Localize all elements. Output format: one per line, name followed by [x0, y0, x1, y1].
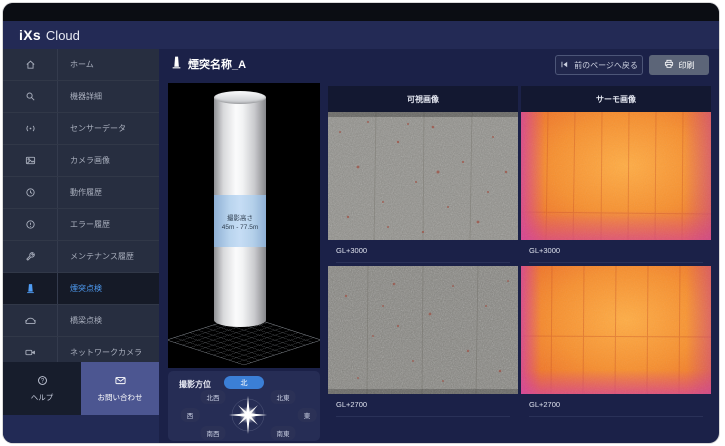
help-icon: ? [37, 375, 48, 388]
sidebar-item-maintenance-history[interactable]: メンテナンス履歴 [3, 241, 159, 273]
contact-button[interactable]: お問い合わせ [81, 362, 159, 415]
chimney-inspection-icon [3, 273, 58, 304]
direction-east[interactable]: 東 [298, 408, 317, 422]
sidebar-item-chimney-inspection[interactable]: 煙突点検 [3, 273, 159, 305]
sidebar-item-label: ホーム [70, 59, 94, 70]
camera-image-icon [3, 145, 58, 176]
contact-icon [115, 375, 126, 388]
brand-name: Cloud [46, 28, 80, 43]
visible-image-header: 可視画像 [328, 86, 518, 112]
caption-divider [336, 416, 510, 417]
print-button-label: 印刷 [679, 60, 695, 71]
direction-southeast[interactable]: 南東 [271, 426, 296, 440]
sensor-data-icon [3, 113, 58, 144]
print-button[interactable]: 印刷 [649, 55, 709, 75]
thermal-image-column: サーモ画像 GL+3000 [521, 86, 711, 420]
image-caption: GL+2700 [328, 394, 518, 420]
sidebar-item-equipment-detail[interactable]: 機器詳細 [3, 81, 159, 113]
brand-bar: iXs Cloud [3, 21, 719, 49]
top-black-strip [3, 3, 719, 21]
caption-divider [529, 416, 703, 417]
chimney-3d-viewer[interactable]: 撮影高さ 45m - 77.5m [168, 83, 320, 368]
page-title-text: 煙突名称_A [188, 56, 246, 72]
capture-height-band: 撮影高さ 45m - 77.5m [214, 195, 266, 247]
sidebar-item-label: 煙突点検 [70, 283, 102, 294]
image-caption: GL+3000 [521, 240, 711, 266]
gl-label: GL+2700 [336, 400, 367, 409]
sidebar-item-label: エラー履歴 [70, 219, 110, 230]
capture-height-label: 撮影高さ [227, 212, 253, 222]
sidebar-footer-strip [3, 415, 159, 443]
printer-icon [664, 59, 674, 71]
title-chimney-icon [171, 56, 182, 72]
sidebar-item-label: ネットワークカメラ [70, 347, 142, 358]
sidebar-item-error-history[interactable]: エラー履歴 [3, 209, 159, 241]
image-caption: GL+2700 [521, 394, 711, 420]
brand-logo: iXs [19, 27, 41, 43]
gl-label: GL+3000 [529, 246, 560, 255]
bridge-inspection-icon [3, 305, 58, 336]
sidebar-item-label: メンテナンス履歴 [70, 251, 134, 262]
visible-image-gl3000 [328, 112, 518, 240]
image-caption: GL+3000 [328, 240, 518, 266]
chimney-cylinder-top [214, 91, 266, 104]
app-window: iXs Cloud ホーム 機器詳細 センサーデータ カメラ画 [3, 3, 719, 443]
sidebar-item-camera-image[interactable]: カメラ画像 [3, 145, 159, 177]
back-button[interactable]: 前のページへ戻る [555, 55, 643, 75]
sidebar-item-label: カメラ画像 [70, 155, 110, 166]
thermal-image-gl2700 [521, 266, 711, 394]
compass-rose-icon [220, 393, 276, 437]
maintenance-history-icon [3, 241, 58, 272]
sidebar-item-operation-history[interactable]: 動作履歴 [3, 177, 159, 209]
visible-image-column: 可視画像 GL+3000 [328, 86, 518, 420]
help-label: ヘルプ [31, 392, 54, 403]
direction-southwest[interactable]: 南西 [201, 426, 226, 440]
sidebar: ホーム 機器詳細 センサーデータ カメラ画像 動作履歴 [3, 49, 159, 443]
home-icon [3, 49, 58, 80]
operation-history-icon [3, 177, 58, 208]
caption-divider [336, 262, 510, 263]
sidebar-item-label: 動作履歴 [70, 187, 102, 198]
error-history-icon [3, 209, 58, 240]
capture-height-range: 45m - 77.5m [222, 224, 259, 231]
thermal-image-header: サーモ画像 [521, 86, 711, 112]
direction-west[interactable]: 西 [181, 408, 200, 422]
sidebar-item-sensor-data[interactable]: センサーデータ [3, 113, 159, 145]
sidebar-item-label: 機器詳細 [70, 91, 102, 102]
gl-label: GL+3000 [336, 246, 367, 255]
help-button[interactable]: ? ヘルプ [3, 362, 81, 415]
sidebar-footer: ? ヘルプ お問い合わせ [3, 362, 159, 415]
sidebar-item-bridge-inspection[interactable]: 橋梁点検 [3, 305, 159, 337]
contact-label: お問い合わせ [98, 392, 143, 403]
visible-image-gl2700 [328, 266, 518, 394]
thermal-image-gl3000 [521, 112, 711, 240]
gl-label: GL+2700 [529, 400, 560, 409]
page-title: 煙突名称_A [171, 56, 246, 72]
sidebar-item-label: センサーデータ [70, 123, 126, 134]
skip-back-icon [560, 60, 569, 71]
equipment-detail-icon [3, 81, 58, 112]
direction-northeast[interactable]: 北東 [271, 390, 296, 404]
capture-direction-title: 撮影方位 [179, 379, 211, 390]
direction-north-selected[interactable]: 北 [224, 376, 264, 389]
sidebar-item-label: 橋梁点検 [70, 315, 102, 326]
capture-direction-panel: 撮影方位 北 北西 北東 西 東 南西 南東 [168, 371, 320, 441]
sidebar-item-home[interactable]: ホーム [3, 49, 159, 81]
back-button-label: 前のページへ戻る [574, 60, 638, 71]
direction-northwest[interactable]: 北西 [201, 390, 226, 404]
caption-divider [529, 262, 703, 263]
